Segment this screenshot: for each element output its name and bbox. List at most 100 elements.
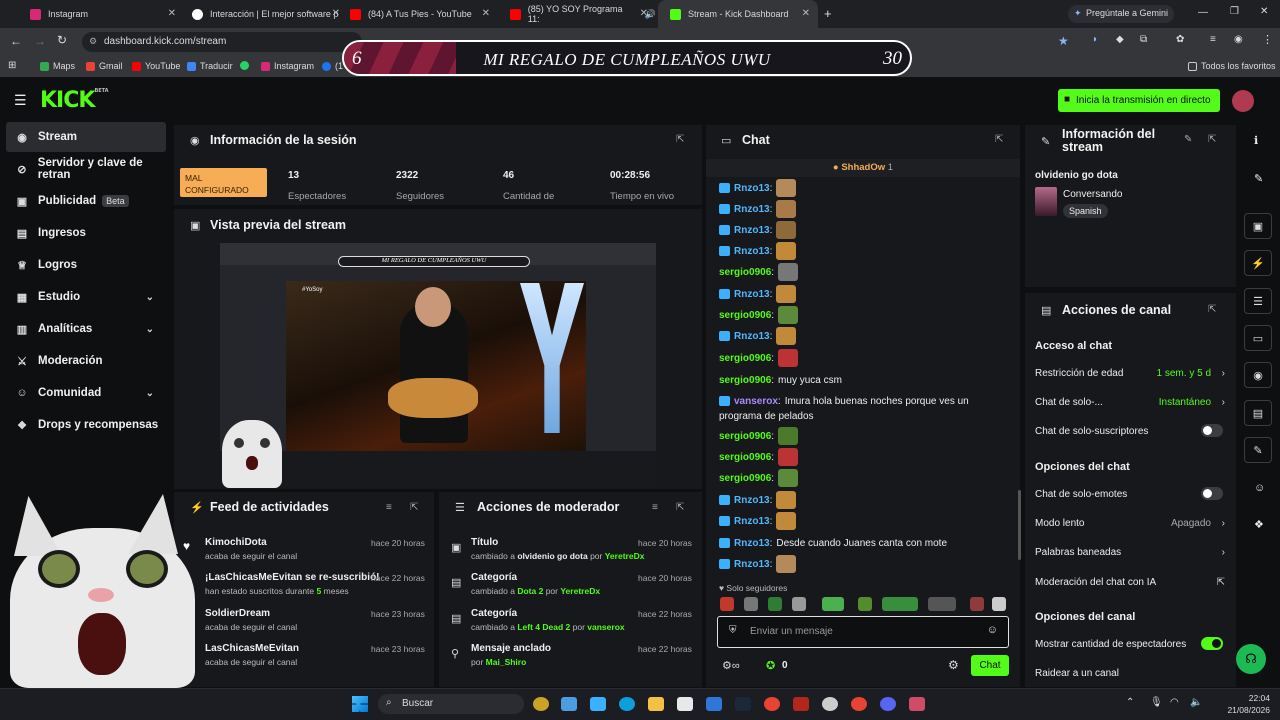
chat-emote[interactable] xyxy=(776,179,797,197)
steam-icon[interactable] xyxy=(735,697,751,711)
edit-icon[interactable]: ✎ xyxy=(1184,134,1192,145)
chat-emote[interactable] xyxy=(778,306,799,324)
filter-icon[interactable]: ≡ xyxy=(652,502,658,513)
emote[interactable] xyxy=(882,597,918,611)
stream-preview-video[interactable]: MI REGALO DE CUMPLEAÑOS UWU #YoSoy xyxy=(220,243,656,488)
extension-icon[interactable]: ◆ xyxy=(1116,34,1124,45)
banned-words-row[interactable]: Palabras baneadas › xyxy=(1035,547,1225,558)
raid-row[interactable]: Raidear a un canal xyxy=(1035,668,1225,679)
all-favorites[interactable]: Todos los favoritos xyxy=(1188,61,1276,71)
clock-date[interactable]: 21/08/2026 xyxy=(1210,705,1270,715)
chat-username[interactable]: sergio0906 xyxy=(719,473,771,484)
tray-chevron-icon[interactable]: ⌃ xyxy=(1126,697,1134,708)
rail-button-chat[interactable]: ▭ xyxy=(1244,325,1272,351)
sidebar-item-drops[interactable]: ❖ Drops y recompensas xyxy=(6,410,166,440)
sidebar-item-analiticas[interactable]: ▥ Analíticas ⌄ xyxy=(6,314,166,344)
emote[interactable] xyxy=(858,597,872,611)
chrome-icon[interactable] xyxy=(764,697,780,711)
support-chat-button[interactable]: ☊ xyxy=(1236,644,1266,674)
bookmark-star-icon[interactable]: ★ xyxy=(1058,34,1069,48)
chat-emote[interactable] xyxy=(778,263,799,281)
chat-username[interactable]: Rnzo13 xyxy=(734,538,770,549)
rail-button-session[interactable]: ◉ xyxy=(1244,362,1272,388)
chat-input[interactable]: ⛨ Enviar un mensaje ☺ xyxy=(717,616,1009,648)
rail-button-channel[interactable]: ▤ xyxy=(1244,400,1272,426)
emoji-icon[interactable]: ☺ xyxy=(987,624,998,636)
chrome-icon[interactable] xyxy=(851,697,867,711)
sidebar-item-moderacion[interactable]: ⚔ Moderación xyxy=(6,346,166,376)
url-field[interactable]: ⚙ dashboard.kick.com/stream xyxy=(82,32,362,52)
reload-icon[interactable]: ↻ xyxy=(57,33,67,47)
chat-emote[interactable] xyxy=(776,327,797,345)
rail-button-mod[interactable]: ☰ xyxy=(1244,288,1272,314)
sidebar-item-estudio[interactable]: ▦ Estudio ⌄ xyxy=(6,282,166,312)
chat-emote[interactable] xyxy=(776,242,797,260)
chat-username[interactable]: Rnzo13 xyxy=(734,559,770,570)
slow-mode-row[interactable]: Modo lento Apagado › xyxy=(1035,518,1225,529)
chat-username[interactable]: vanserox xyxy=(734,396,778,407)
chat-send-button[interactable]: Chat xyxy=(971,655,1009,676)
sidebar-item-publicidad[interactable]: ▣ Publicidad Beta xyxy=(6,186,166,216)
app-icon[interactable] xyxy=(590,697,606,711)
mod-tools-icon[interactable]: ⚙∞ xyxy=(722,659,740,672)
extension-icon[interactable]: ✿ xyxy=(1176,34,1184,45)
popout-icon[interactable]: ⇱ xyxy=(1208,304,1216,315)
reading-list-icon[interactable]: ≡ xyxy=(1210,34,1216,45)
bookmark-traducir[interactable]: Traducir xyxy=(187,61,233,71)
new-tab-button[interactable]: + xyxy=(824,6,832,21)
popout-icon[interactable]: ⇱ xyxy=(1208,134,1216,145)
subs-only-toggle[interactable] xyxy=(1201,424,1223,437)
followers-only-row[interactable]: Chat de solo-... Instantáneo › xyxy=(1035,397,1225,408)
chat-username[interactable]: Rnzo13 xyxy=(734,225,770,236)
tab-interaccion[interactable]: Interacción | El mejor software p ✕ xyxy=(180,0,348,28)
gemini-button[interactable]: ✦ Pregúntale a Gemini xyxy=(1068,5,1174,23)
clock-time[interactable]: 22:04 xyxy=(1230,693,1270,703)
extension-icon[interactable]: ◗ xyxy=(1092,34,1098,45)
chat-emote[interactable] xyxy=(778,448,799,466)
volume-icon[interactable]: 🔈 xyxy=(1190,697,1202,708)
close-icon[interactable]: ✕ xyxy=(640,8,648,19)
folder-icon[interactable] xyxy=(648,697,664,711)
tab-kick-dashboard[interactable]: Stream - Kick Dashboard ✕ xyxy=(658,0,818,28)
bookmark-facebook[interactable]: (1 xyxy=(322,61,343,71)
store-icon[interactable] xyxy=(677,697,693,711)
wifi-icon[interactable]: ◠ xyxy=(1170,697,1179,708)
filter-icon[interactable]: ≡ xyxy=(386,502,392,513)
bookmark-maps[interactable]: Maps xyxy=(40,61,75,71)
hamburger-menu-icon[interactable]: ☰ xyxy=(14,92,27,109)
emote[interactable] xyxy=(768,597,782,611)
popout-icon[interactable]: ⇱ xyxy=(676,134,684,145)
emote[interactable] xyxy=(822,597,844,611)
show-viewers-toggle[interactable] xyxy=(1201,637,1223,650)
chat-username[interactable]: Rnzo13 xyxy=(734,246,770,257)
community-icon[interactable]: ☺ xyxy=(1254,482,1265,494)
bookmark-gmail[interactable]: Gmail xyxy=(86,61,123,71)
edge-icon[interactable] xyxy=(619,697,635,711)
settings-gear-icon[interactable]: ⚙ xyxy=(948,658,959,672)
age-restriction-row[interactable]: Restricción de edad 1 sem. y 5 d › xyxy=(1035,368,1225,379)
close-icon[interactable]: ✕ xyxy=(168,8,176,19)
chat-username[interactable]: sergio0906 xyxy=(719,375,771,386)
close-icon[interactable]: ✕ xyxy=(802,8,810,19)
puzzle-icon[interactable]: ⧉ xyxy=(1140,34,1147,45)
apps-grid-icon[interactable]: ⊞ xyxy=(8,60,16,71)
minimize-button[interactable]: — xyxy=(1198,7,1208,18)
emote[interactable] xyxy=(928,597,956,611)
chat-username[interactable]: sergio0906 xyxy=(719,452,771,463)
app-icon[interactable] xyxy=(909,697,925,711)
bookmark-whatsapp[interactable] xyxy=(240,61,253,70)
chat-emote[interactable] xyxy=(776,200,797,218)
chat-emote[interactable] xyxy=(778,469,799,487)
app-icon[interactable] xyxy=(793,697,809,711)
rail-button-preview[interactable]: ▣ xyxy=(1244,213,1272,239)
chat-emote[interactable] xyxy=(776,285,797,303)
ai-moderation-row[interactable]: Moderación del chat con IA ⇱ xyxy=(1035,577,1225,588)
app-icon[interactable] xyxy=(533,697,549,711)
mic-icon[interactable]: 🎙 xyxy=(1150,697,1163,708)
site-info-icon[interactable]: ⚙ xyxy=(89,36,97,47)
popout-icon[interactable]: ⇱ xyxy=(676,502,684,513)
chat-username[interactable]: Rnzo13 xyxy=(734,495,770,506)
info-icon[interactable]: ℹ xyxy=(1254,134,1258,147)
chat-emote[interactable] xyxy=(776,555,797,573)
chat-emote[interactable] xyxy=(776,512,797,530)
